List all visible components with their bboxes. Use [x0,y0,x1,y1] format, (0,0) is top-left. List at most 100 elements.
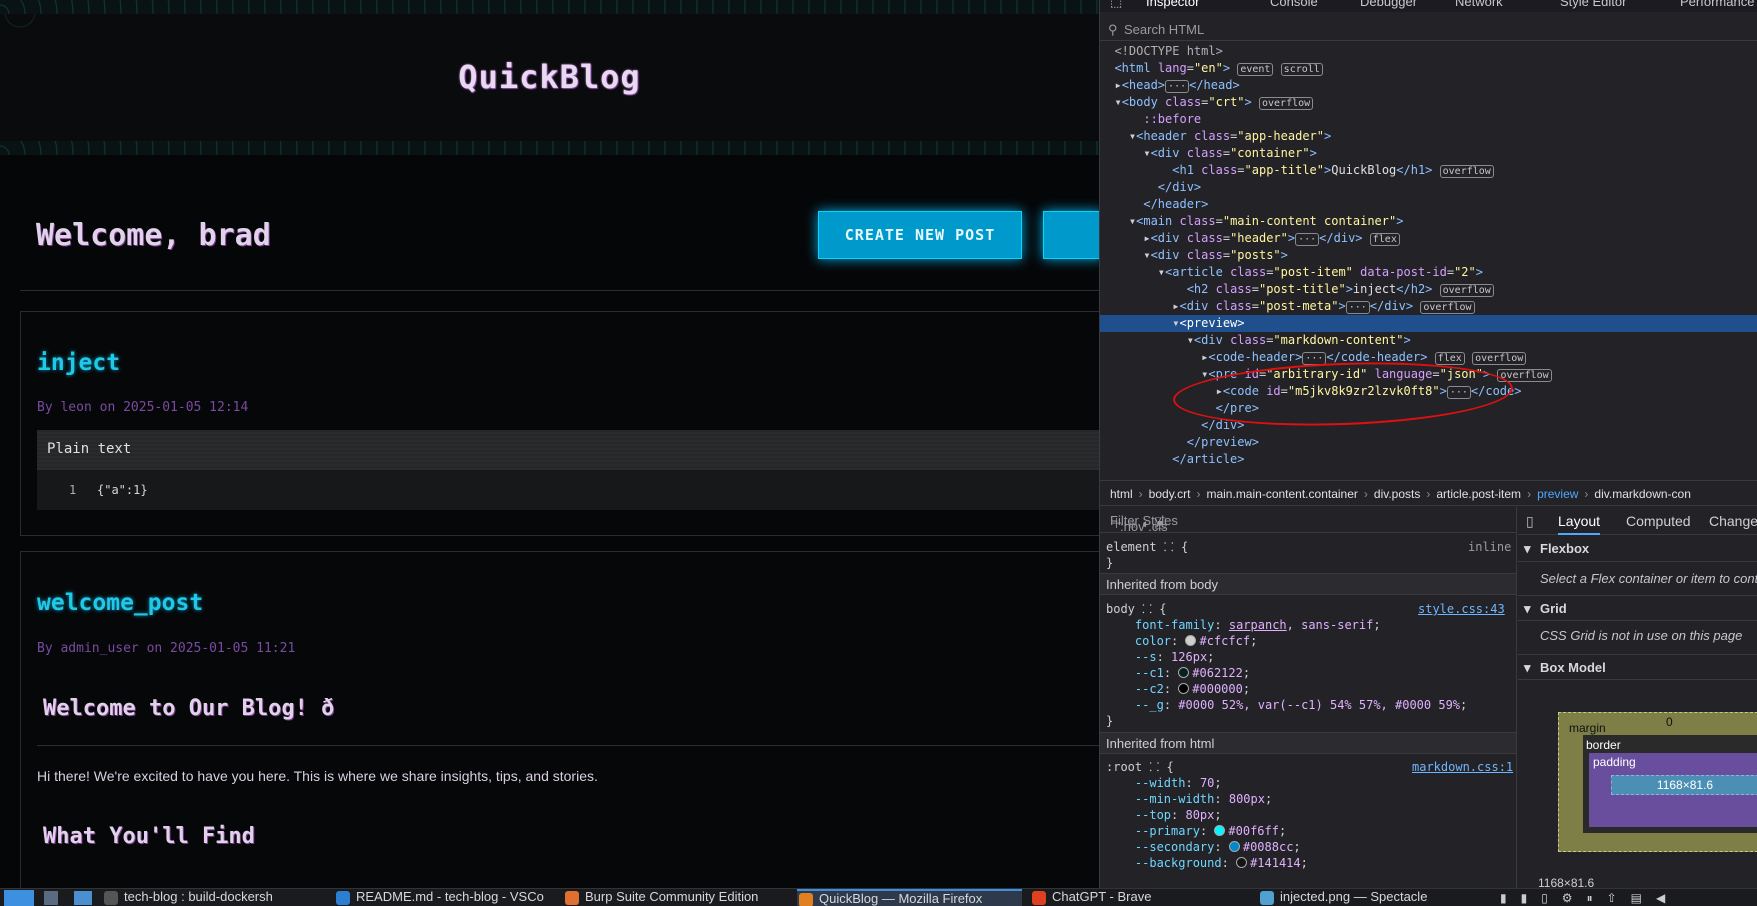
content-box: 1168×81.6 [1611,775,1757,795]
header-pattern-top [0,0,1099,14]
tree-row[interactable]: ▾<div class="container"> [1100,145,1757,162]
task-firefox[interactable]: QuickBlog — Mozilla Firefox [797,889,1022,906]
rule-source-link[interactable]: markdown.css:1 [1412,759,1513,775]
files-icon[interactable] [44,891,58,905]
crumb[interactable]: body.crt [1149,487,1191,501]
tree-row[interactable]: <html lang="en"> event scroll [1100,60,1757,77]
crumb[interactable]: div.posts [1374,487,1420,501]
pick-element-icon[interactable]: ⬚ [1110,0,1122,10]
search-input[interactable]: Search HTML [1124,22,1204,37]
devtools-panel: ⬚ Inspector Console Debugger Network Sty… [1099,0,1757,888]
line-number: 1 [69,483,77,497]
browser-icon[interactable] [74,891,92,905]
tree-row[interactable]: <!DOCTYPE html> [1100,43,1757,60]
create-post-button[interactable]: CREATE NEW POST [818,211,1022,259]
tree-row[interactable]: </div> [1100,179,1757,196]
tab-performance[interactable]: Performance [1680,0,1754,9]
rule-element[interactable]: element ⸬ { [1106,539,1188,555]
crumb[interactable]: article.post-item [1436,487,1521,501]
secondary-header-button[interactable] [1043,211,1099,259]
search-icon: ⚲ [1108,22,1118,37]
header-divider [20,290,1099,291]
tree-row[interactable]: </header> [1100,196,1757,213]
box-size-footer: 1168×81.6 [1538,876,1595,888]
rule-source-link[interactable]: style.css:43 [1418,601,1505,617]
app-title: QuickBlog [458,58,641,96]
system-tray-icons[interactable]: ▮▮▯⚙⏸⇧▤◀ [1500,891,1679,906]
tree-row[interactable]: <h2 class="post-title">inject</h2> overf… [1100,281,1757,298]
tab-layout[interactable]: Layout [1558,513,1601,535]
post-title[interactable]: inject [37,350,120,376]
post-title[interactable]: welcome_post [37,590,203,616]
box-model-diagram: margin 0 border padding 1168×81.6 [1558,712,1757,852]
tree-row[interactable]: ▾<article class="post-item" data-post-id… [1100,264,1757,281]
caret-icon: ▾ [1524,660,1531,675]
devtools-tabs: ⬚ Inspector Console Debugger Network Sty… [1100,0,1757,12]
tab-style-editor[interactable]: Style Editor [1560,0,1626,9]
post-card-inject: inject By leon on 2025-01-05 12:14 Plain… [20,311,1099,536]
sidebar-toggle-icon[interactable]: ▯ [1526,513,1534,530]
markdown-heading: Welcome to Our Blog! ð [43,696,335,721]
task-burp[interactable]: Burp Suite Community Edition [563,889,788,906]
tree-row[interactable]: ▾<header class="app-header"> [1100,128,1757,145]
code-text: {"a":1} [97,483,148,497]
code-block: 1 {"a":1} [37,470,1099,510]
tree-row[interactable]: ▸<head> ··· </head> [1100,77,1757,94]
markdown-divider [37,745,1099,746]
breadcrumb: html › body.crt › main.main-content.containe… [1100,480,1757,506]
tab-computed[interactable]: Computed [1626,513,1691,529]
caret-icon: ▾ [1524,601,1531,616]
tree-row[interactable]: ▾<div class="posts"> [1100,247,1757,264]
caret-icon: ▾ [1524,541,1531,556]
crumb[interactable]: html [1110,487,1133,501]
tab-network[interactable]: Network [1455,0,1503,9]
task-spectacle[interactable]: injected.png — Spectacle [1258,889,1483,906]
grid-message: CSS Grid is not in use on this page [1540,628,1743,643]
app-launcher-icon[interactable] [4,890,34,906]
boxmodel-section[interactable]: ▾ Box Model [1518,654,1757,680]
crumb[interactable]: div.markdown-con [1594,487,1690,501]
tree-row-selected[interactable]: ▾<preview> [1100,315,1757,332]
tree-row[interactable]: ▸<div class="header"> ··· </div> flex [1100,230,1757,247]
padding-box: padding 1168×81.6 [1589,753,1757,827]
code-header: Plain text [37,430,1099,470]
rule-root[interactable]: :root ⸬ { [1106,759,1174,775]
tab-inspector[interactable]: Inspector [1146,0,1199,9]
post-meta: By leon on 2025-01-05 12:14 [37,400,249,415]
rules-pane: Filter Styles :hov .cls ＋ ☼ ◐ ▣ element … [1100,507,1517,888]
task-brave[interactable]: ChatGPT - Brave [1030,889,1255,906]
tab-changes[interactable]: Change [1709,513,1757,529]
tree-row[interactable]: </div> [1100,417,1757,434]
search-html-bar[interactable]: ⚲ Search HTML [1100,17,1757,41]
task-terminal[interactable]: tech-blog : build-dockersh [102,889,322,906]
flexbox-section[interactable]: ▾ Flexbox [1518,536,1757,562]
rule-source: inline [1468,540,1512,554]
tree-row[interactable]: </preview> [1100,434,1757,451]
tree-row[interactable]: </article> [1100,451,1757,468]
tree-row[interactable]: <h1 class="app-title">QuickBlog</h1> ove… [1100,162,1757,179]
filter-tools[interactable]: :hov .cls ＋ ☼ ◐ ▣ [1110,513,1509,534]
grid-section[interactable]: ▾ Grid [1518,595,1757,621]
markdown-heading: What You'll Find [43,824,255,849]
tree-row[interactable]: ▾<main class="main-content container"> [1100,213,1757,230]
tree-row[interactable]: ::before [1100,111,1757,128]
rule-body[interactable]: body ⸬ { [1106,601,1167,617]
layout-pane: ▯ Layout Computed Change ▾ Flexbox Select… [1518,507,1757,888]
tree-row[interactable]: ▸<div class="post-meta"> ··· </div> overfl… [1100,298,1757,315]
taskbar: tech-blog : build-dockersh README.md - t… [0,888,1757,906]
layout-tabs: ▯ Layout Computed Change [1518,507,1757,535]
tab-console[interactable]: Console [1270,0,1318,9]
task-vscode[interactable]: README.md - tech-blog - VSCo [334,889,554,906]
header-pattern-bottom [0,141,1099,155]
tree-row[interactable]: ▾<div class="markdown-content"> [1100,332,1757,349]
crumb[interactable]: main.main-content.container [1206,487,1357,501]
crumb-current[interactable]: preview [1537,487,1578,501]
filter-styles-bar[interactable]: Filter Styles :hov .cls ＋ ☼ ◐ ▣ [1100,507,1516,534]
welcome-heading: Welcome, brad [36,218,271,253]
flexbox-message: Select a Flex container or item to cont [1540,571,1757,586]
tab-debugger[interactable]: Debugger [1360,0,1417,9]
tree-row[interactable]: ▾<body class="crt"> overflow [1100,94,1757,111]
section-inherited-body: Inherited from body [1100,573,1516,595]
post-meta: By admin_user on 2025-01-05 11:21 [37,641,296,656]
web-page: QuickBlog Welcome, brad CREATE NEW POST … [0,0,1099,888]
